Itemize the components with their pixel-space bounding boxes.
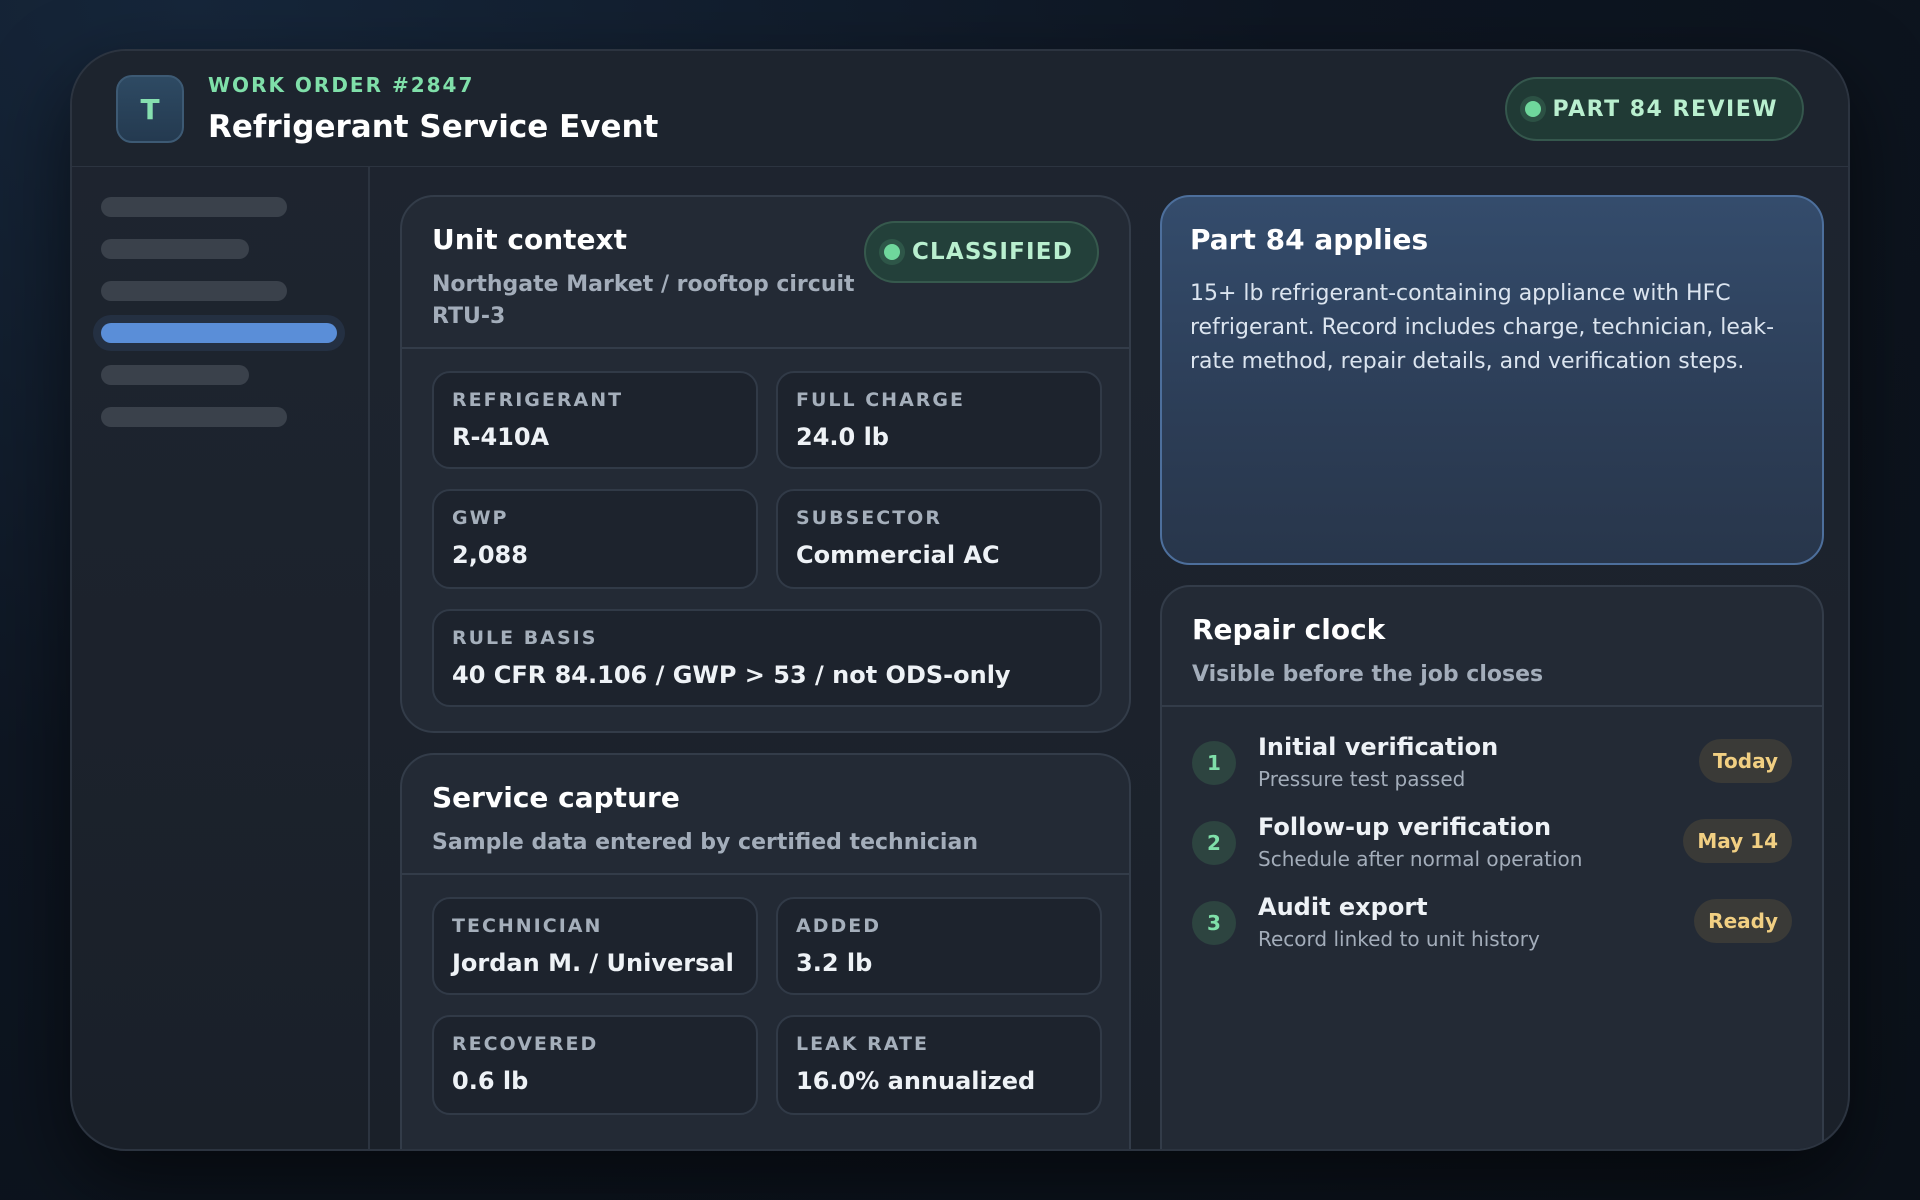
field-value: Commercial AC bbox=[796, 541, 1000, 569]
field-value: 2,088 bbox=[452, 541, 528, 569]
unit-context-title: Unit context bbox=[432, 223, 627, 256]
repair-step[interactable]: 1 Initial verification Pressure test pas… bbox=[1192, 733, 1792, 803]
step-description: Record linked to unit history bbox=[1258, 927, 1540, 951]
repair-step[interactable]: 2 Follow-up verification Schedule after … bbox=[1192, 813, 1792, 883]
classified-label: CLASSIFIED bbox=[911, 239, 1073, 265]
status-dot-icon bbox=[1524, 101, 1541, 117]
service-capture-card: Service capture Sample data entered by c… bbox=[400, 753, 1131, 1149]
applies-description: 15+ lb refrigerant-containing appliance … bbox=[1190, 281, 1775, 374]
divider bbox=[402, 873, 1129, 875]
service-capture-title: Service capture bbox=[432, 781, 680, 814]
applies-title: Part 84 applies bbox=[1190, 223, 1429, 256]
review-status-badge[interactable]: PART 84 REVIEW bbox=[1504, 77, 1804, 141]
field-label: ADDED bbox=[796, 915, 881, 937]
repair-step[interactable]: 3 Audit export Record linked to unit his… bbox=[1192, 893, 1792, 963]
field-label: FULL CHARGE bbox=[796, 389, 965, 411]
page-title: Refrigerant Service Event bbox=[208, 109, 659, 145]
field-value: 0.6 lb bbox=[452, 1067, 529, 1095]
app-window: T WORK ORDER #2847 Refrigerant Service E… bbox=[70, 49, 1850, 1151]
sidebar-item-6[interactable] bbox=[101, 407, 287, 427]
field-label: REFRIGERANT bbox=[452, 389, 624, 411]
step-status-badge: Ready bbox=[1694, 899, 1792, 943]
sidebar-item-1[interactable] bbox=[101, 197, 287, 217]
field-leak-rate: LEAK RATE 16.0% annualized bbox=[776, 1015, 1102, 1115]
review-badge-label: PART 84 REVIEW bbox=[1552, 96, 1778, 122]
sidebar-item-5[interactable] bbox=[101, 365, 249, 385]
step-title: Follow-up verification bbox=[1258, 813, 1552, 841]
field-label: SUBSECTOR bbox=[796, 507, 942, 529]
field-value: Jordan M. / Universal bbox=[452, 949, 734, 977]
field-value: R-410A bbox=[452, 423, 550, 451]
field-value: 24.0 lb bbox=[796, 423, 889, 451]
step-status-badge: May 14 bbox=[1683, 819, 1792, 863]
classified-badge: CLASSIFIED bbox=[863, 221, 1099, 283]
field-gwp: GWP 2,088 bbox=[432, 489, 758, 589]
field-label: GWP bbox=[452, 507, 509, 529]
divider bbox=[1162, 705, 1822, 707]
step-number: 2 bbox=[1192, 821, 1236, 865]
sidebar-item-3[interactable] bbox=[101, 281, 287, 301]
repair-clock-subtitle: Visible before the job closes bbox=[1192, 662, 1544, 687]
field-label: TECHNICIAN bbox=[452, 915, 603, 937]
field-value: 40 CFR 84.106 / GWP > 53 / not ODS-only bbox=[452, 661, 1011, 689]
field-added: ADDED 3.2 lb bbox=[776, 897, 1102, 995]
service-capture-subtitle: Sample data entered by certified technic… bbox=[432, 830, 978, 855]
work-order-number: WORK ORDER #2847 bbox=[208, 73, 475, 97]
field-value: 16.0% annualized bbox=[796, 1067, 1036, 1095]
divider bbox=[402, 347, 1129, 349]
field-label: LEAK RATE bbox=[796, 1033, 929, 1055]
unit-context-location: Northgate Market / rooftop circuit bbox=[432, 272, 855, 297]
sidebar-item-2[interactable] bbox=[101, 239, 249, 259]
field-rule-basis: RULE BASIS 40 CFR 84.106 / GWP > 53 / no… bbox=[432, 609, 1102, 707]
step-title: Initial verification bbox=[1258, 733, 1499, 761]
part-84-applies-card: Part 84 applies 15+ lb refrigerant-conta… bbox=[1160, 195, 1824, 565]
step-description: Schedule after normal operation bbox=[1258, 847, 1583, 871]
field-technician: TECHNICIAN Jordan M. / Universal bbox=[432, 897, 758, 995]
sidebar bbox=[72, 167, 370, 1149]
avatar[interactable]: T bbox=[116, 75, 184, 143]
step-description: Pressure test passed bbox=[1258, 767, 1466, 791]
field-refrigerant: REFRIGERANT R-410A bbox=[432, 371, 758, 469]
step-status-badge: Today bbox=[1699, 739, 1792, 783]
header: T WORK ORDER #2847 Refrigerant Service E… bbox=[72, 51, 1848, 167]
step-number: 1 bbox=[1192, 741, 1236, 785]
sidebar-item-4-active[interactable] bbox=[101, 323, 337, 343]
repair-clock-card: Repair clock Visible before the job clos… bbox=[1160, 585, 1824, 1149]
field-label: RULE BASIS bbox=[452, 627, 598, 649]
step-number: 3 bbox=[1192, 901, 1236, 945]
unit-context-card: Unit context Northgate Market / rooftop … bbox=[400, 195, 1131, 733]
status-dot-icon bbox=[883, 244, 900, 260]
field-value: 3.2 lb bbox=[796, 949, 873, 977]
field-label: RECOVERED bbox=[452, 1033, 599, 1055]
field-recovered: RECOVERED 0.6 lb bbox=[432, 1015, 758, 1115]
field-full-charge: FULL CHARGE 24.0 lb bbox=[776, 371, 1102, 469]
repair-clock-title: Repair clock bbox=[1192, 613, 1386, 646]
unit-context-unit-id: RTU-3 bbox=[432, 304, 506, 329]
field-subsector: SUBSECTOR Commercial AC bbox=[776, 489, 1102, 589]
step-title: Audit export bbox=[1258, 893, 1428, 921]
